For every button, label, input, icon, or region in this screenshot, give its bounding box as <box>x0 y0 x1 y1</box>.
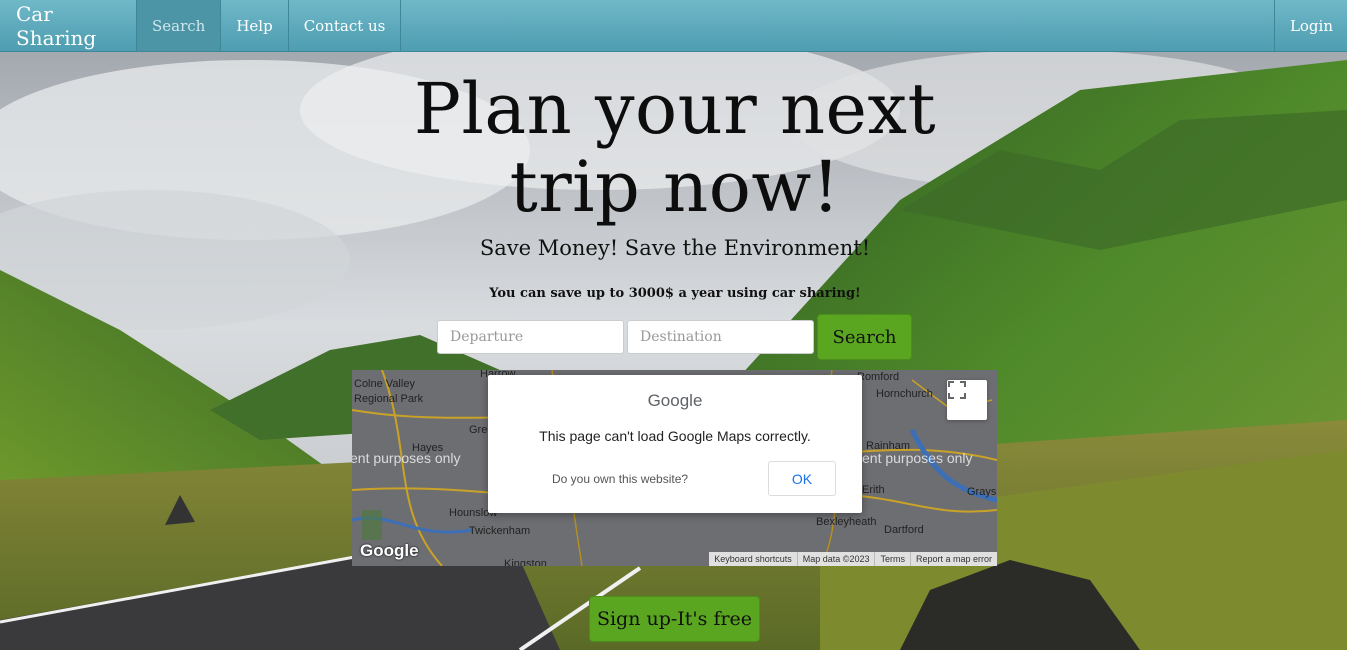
navbar-spacer <box>401 0 1274 51</box>
map-place-erith: Erith <box>862 484 885 496</box>
dialog-google-logo: Google <box>647 391 703 410</box>
maps-error-dialog: Google This page can't load Google Maps … <box>488 375 862 513</box>
map-watermark-right: ent purposes only <box>862 450 973 466</box>
top-navbar: Car Sharing Search Help Contact us Login <box>0 0 1347 52</box>
fullscreen-toggle-button[interactable] <box>947 380 987 420</box>
destination-input[interactable] <box>627 320 814 354</box>
map-footer: Keyboard shortcuts Map data ©2023 Terms … <box>709 552 997 566</box>
nav-item-contact[interactable]: Contact us <box>287 0 402 51</box>
map-place-grays: Grays <box>967 486 997 498</box>
brand-logo[interactable]: Car Sharing <box>0 0 136 51</box>
map-place-twickenham: Twickenham <box>469 525 531 537</box>
terms-link[interactable]: Terms <box>874 552 910 566</box>
google-logo-text: Google <box>360 541 419 560</box>
signup-button[interactable]: Sign up-It's free <box>589 596 760 642</box>
map-place-regional-park: Regional Park <box>354 393 424 405</box>
map-data-attribution: Map data ©2023 <box>796 552 875 566</box>
keyboard-shortcuts-link[interactable]: Keyboard shortcuts <box>709 552 797 566</box>
map-place-kingston: Kingston <box>504 558 547 566</box>
map-place-gre: Gre <box>469 424 488 436</box>
hero-title: Plan your next trip now! <box>413 68 937 228</box>
map-place-colne-valley: Colne Valley <box>354 378 415 390</box>
hero-subtitle: Save Money! Save the Environment! <box>479 236 871 260</box>
fullscreen-icon <box>948 381 966 399</box>
map-place-hornchurch: Hornchurch <box>876 388 933 400</box>
hero-note: You can save up to 3000$ a year using ca… <box>489 286 861 301</box>
dialog-own-website-question: Do you own this website? <box>552 472 689 486</box>
map-place-bexleyheath: Bexleyheath <box>816 516 877 528</box>
nav-item-search[interactable]: Search <box>136 0 221 51</box>
dialog-ok-button[interactable]: OK <box>768 461 836 496</box>
nav-item-help[interactable]: Help <box>220 0 287 51</box>
departure-input[interactable] <box>437 320 624 354</box>
search-button[interactable]: Search <box>817 314 912 360</box>
login-link[interactable]: Login <box>1273 0 1347 51</box>
dialog-message: This page can't load Google Maps correct… <box>539 428 811 444</box>
map-place-dartford: Dartford <box>884 524 924 536</box>
google-map-logo: Google <box>360 541 419 561</box>
map-place-romford: Romford <box>857 371 900 383</box>
report-map-error-link[interactable]: Report a map error <box>909 552 997 566</box>
map-watermark-left: ent purposes only <box>352 450 461 466</box>
